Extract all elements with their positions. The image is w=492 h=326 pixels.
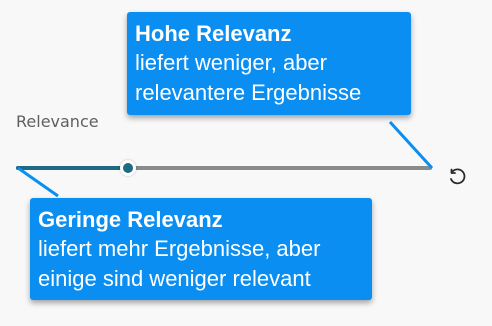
low-relevance-line-2: einige sind weniger relevant xyxy=(38,266,311,291)
reset-icon[interactable] xyxy=(446,166,468,188)
low-relevance-title: Geringe Relevanz xyxy=(38,207,223,232)
high-relevance-line-2: relevantere Ergebnisse xyxy=(135,80,362,105)
low-relevance-callout: Geringe Relevanz liefert mehr Ergebnisse… xyxy=(30,198,372,300)
relevance-slider-track[interactable] xyxy=(16,166,432,170)
high-relevance-callout: Hohe Relevanz liefert weniger, aber rele… xyxy=(127,12,411,115)
relevance-slider-thumb[interactable] xyxy=(120,160,136,176)
relevance-label: Relevance xyxy=(16,112,99,131)
high-relevance-line-1: liefert weniger, aber xyxy=(135,50,327,75)
high-relevance-title: Hohe Relevanz xyxy=(135,21,292,46)
relevance-slider-fill xyxy=(16,166,124,170)
low-relevance-line-1: liefert mehr Ergebnisse, aber xyxy=(38,236,321,261)
